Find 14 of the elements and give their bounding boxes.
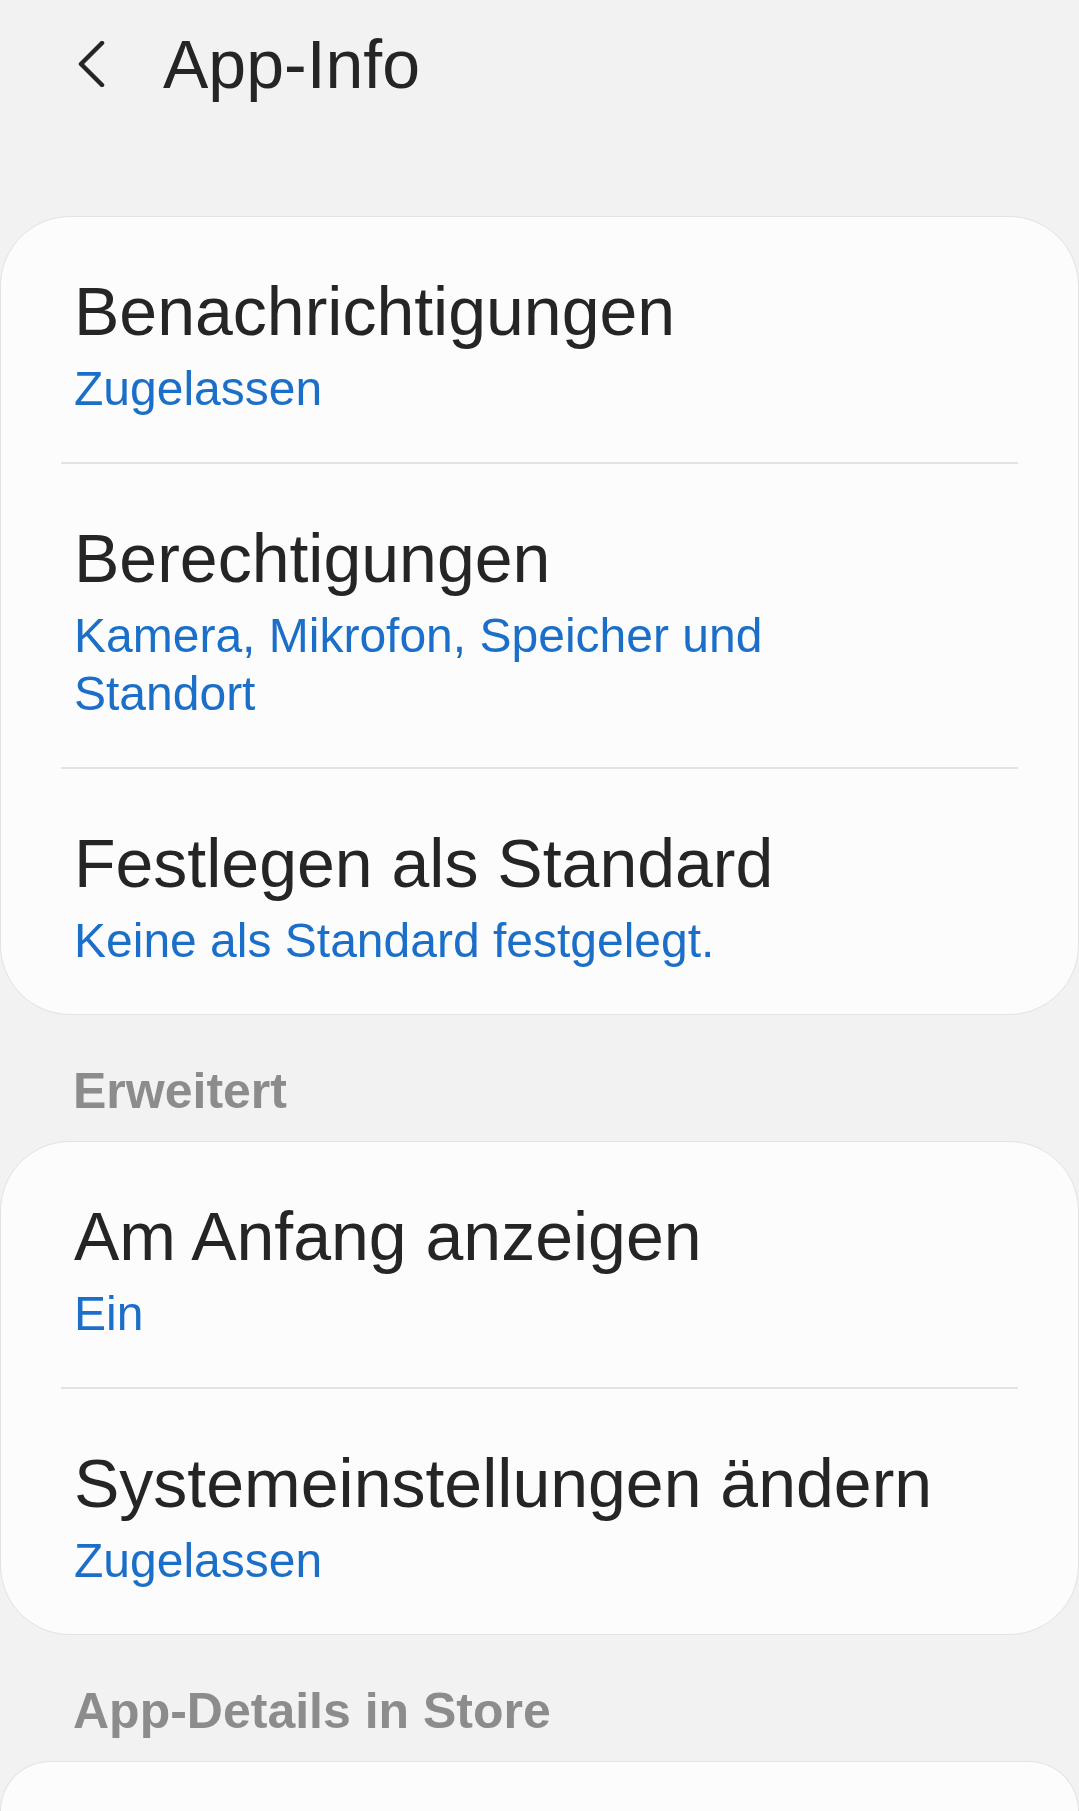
- setting-value: Zugelassen: [74, 1533, 323, 1589]
- setting-value: Keine als Standard festgelegt.: [74, 913, 715, 969]
- setting-title[interactable]: Systemeinstellungen ändern: [74, 1443, 933, 1523]
- setting-value: Zugelassen: [74, 361, 323, 417]
- setting-title[interactable]: Berechtigungen: [74, 518, 551, 598]
- page-title: App-Info: [163, 25, 421, 104]
- setting-value: Ein: [74, 1286, 144, 1342]
- section-header: App-Details in Store: [73, 1682, 552, 1741]
- setting-title[interactable]: Am Anfang anzeigen: [74, 1196, 702, 1276]
- section-header: Erweitert: [73, 1062, 288, 1121]
- back-icon: [77, 41, 105, 87]
- setting-title[interactable]: Benachrichtigungen: [74, 271, 676, 351]
- setting-value: Kamera, Mikrofon, Speicher und Standort: [74, 608, 764, 722]
- setting-title[interactable]: Festlegen als Standard: [74, 823, 774, 903]
